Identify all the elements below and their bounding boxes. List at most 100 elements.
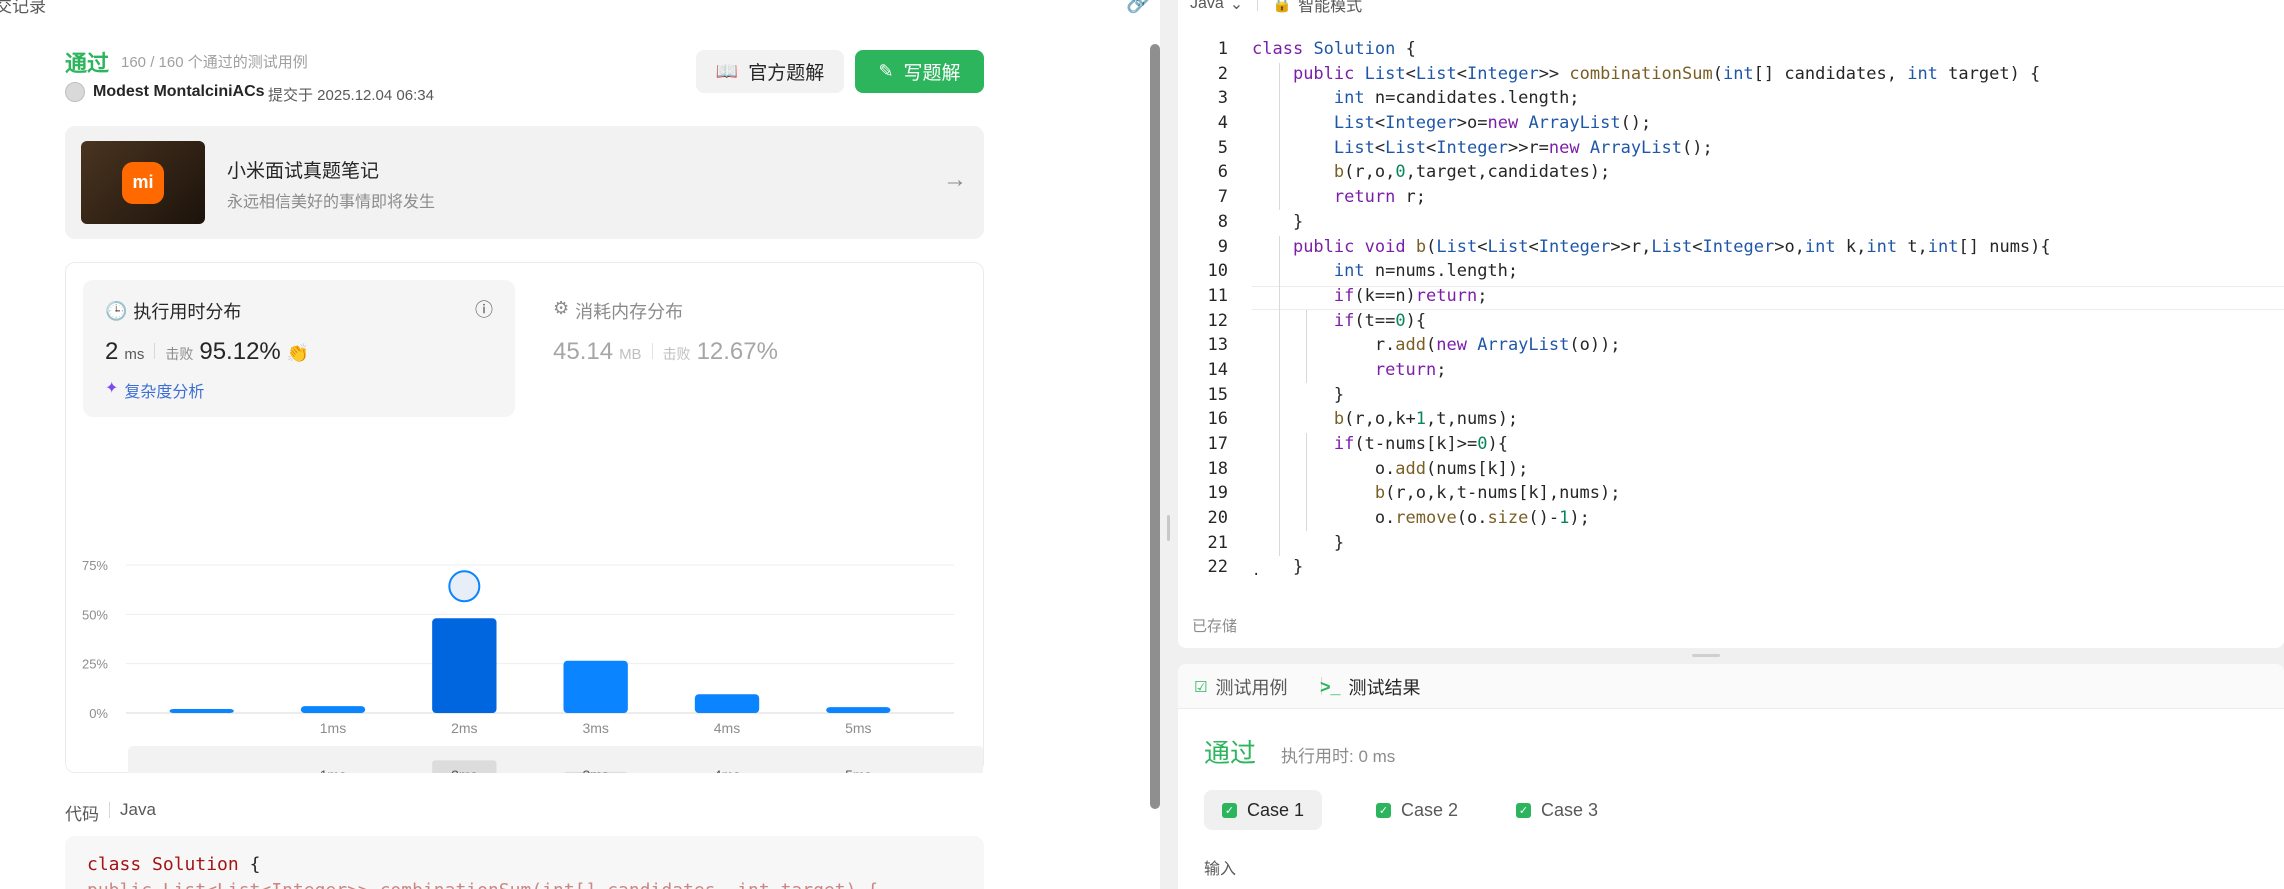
indent-guide [1306, 309, 1307, 383]
code-lang: Java [120, 800, 156, 819]
line-number: 6 [1217, 162, 1228, 183]
code-line[interactable]: List<Integer>o=new ArrayList(); [1252, 111, 2051, 136]
result-count: 160 / 160 个通过的测试用例 [121, 54, 308, 71]
bar[interactable] [432, 618, 497, 713]
arrow-right-icon[interactable]: → [943, 166, 967, 194]
bar[interactable] [826, 707, 891, 713]
code-line[interactable]: if(k==n)return; [1252, 284, 2051, 309]
runtime-value: 2 [105, 338, 119, 365]
link-icon[interactable]: 🔗 [1126, 0, 1151, 15]
code-line[interactable]: o.add(nums[k]); [1252, 457, 2051, 482]
code-line[interactable]: return r; [1252, 185, 2051, 210]
code-line[interactable]: b(r,o,k+1,t,nums); [1252, 407, 2051, 432]
xiaomi-logo: mi [81, 141, 205, 224]
bar[interactable] [169, 709, 234, 713]
memory-beat: 12.67% [696, 338, 778, 365]
runtime-tab[interactable]: 🕒 执行用时分布 ⓘ 2 ms 击败 95.12% 👏 ✦ 复杂度分析 [83, 280, 515, 417]
stats-card: 🕒 执行用时分布 ⓘ 2 ms 击败 95.12% 👏 ✦ 复杂度分析 ⚙ 消耗… [65, 262, 984, 773]
terminal-icon: >_ [1320, 676, 1341, 697]
case-1-tab[interactable]: ✓ Case 1 [1204, 790, 1323, 830]
result-status: 通过 [65, 51, 110, 76]
code-line[interactable]: public void b(List<List<Integer>>r,List<… [1252, 235, 2051, 260]
edit-icon: ✎ [878, 61, 894, 81]
y-tick-label: 75% [82, 558, 108, 573]
line-number: 7 [1217, 187, 1228, 208]
case-2-tab[interactable]: ✓ Case 2 [1358, 790, 1476, 830]
code-line[interactable]: } [1252, 555, 2051, 580]
line-number: 20 [1207, 508, 1228, 529]
code-editor[interactable]: Java ⌄ 🔒 智能模式 1 2 3 4 5 6 7 8 9 10 11 12 13 14 15 16 17 1… [1178, 0, 2284, 648]
runtime-beat-label: 击败 [165, 346, 194, 362]
user-marker-avatar [448, 570, 481, 603]
runtime-distribution-chart[interactable]: 75% 50% 25% 0% 1ms 2ms 3ms 4ms 5ms 1ms 2ms 3ms 4ms 5m… [66, 423, 983, 773]
line-number: 22 [1207, 557, 1228, 578]
code-line[interactable]: r.add(new ArrayList(o)); [1252, 333, 2051, 358]
memory-icon: ⚙ [553, 298, 570, 318]
code-line[interactable]: return; [1252, 358, 2051, 383]
official-solution-button[interactable]: 📖 官方题解 [696, 50, 844, 93]
resize-handle[interactable] [1692, 654, 1720, 657]
line-number: 8 [1217, 211, 1228, 232]
tab-test-cases[interactable]: ☑ 测试用例 [1194, 674, 1287, 700]
submission-panel: 提交记录 🔗 通过 160 / 160 个通过的测试用例 Modest Mont… [0, 0, 1160, 889]
code-line[interactable]: class Solution { [1252, 37, 2051, 62]
book-icon: 📖 [715, 61, 739, 81]
line-number: 2 [1217, 63, 1228, 84]
overview-label: 3ms [582, 767, 608, 773]
info-icon[interactable]: ⓘ [475, 296, 493, 322]
promo-card[interactable]: mi 小米面试真题笔记 永远相信美好的事情即将发生 → [65, 126, 984, 239]
overview-label: 4ms [714, 767, 740, 773]
sparkle-icon: ✦ [105, 380, 119, 397]
language-select[interactable]: Java [1190, 0, 1224, 13]
bar[interactable] [563, 660, 628, 713]
code-line[interactable]: b(r,o,0,target,candidates); [1252, 160, 2051, 185]
x-tick-label: 4ms [714, 720, 740, 736]
code-line[interactable]: } [1252, 531, 2051, 556]
promo-subtitle: 永远相信美好的事情即将发生 [227, 194, 436, 211]
complexity-link[interactable]: ✦ 复杂度分析 [105, 378, 204, 402]
indent-guide [1278, 235, 1280, 556]
overview-label: 2ms [451, 767, 477, 773]
line-number: 16 [1207, 409, 1228, 430]
indent-guide [1306, 433, 1307, 531]
code-line[interactable]: } [1252, 210, 2051, 235]
runtime-title: 执行用时分布 [133, 302, 242, 322]
code-line[interactable]: if(t==0){ [1252, 309, 2051, 334]
y-tick-label: 50% [82, 607, 108, 622]
memory-tab[interactable]: ⚙ 消耗内存分布 45.14 MB 击败 12.67% [553, 298, 973, 418]
code-lines[interactable]: class Solution { public List<List<Intege… [1252, 37, 2051, 580]
case-3-tab[interactable]: ✓ Case 3 [1498, 790, 1616, 830]
code-line[interactable]: } [1252, 383, 2051, 408]
line-number: 4 [1217, 113, 1228, 134]
line-number: 17 [1207, 434, 1228, 454]
line-number: 10 [1207, 261, 1228, 282]
code-line[interactable]: o.remove(o.size()-1); [1252, 506, 2051, 531]
username[interactable]: Modest MontalciniACs [93, 83, 265, 101]
memory-title: 消耗内存分布 [575, 302, 684, 322]
code-preview: class Solution { public List<List<Intege… [65, 836, 984, 889]
memory-beat-label: 击败 [662, 346, 691, 362]
submit-time: 提交于 2025.12.04 06:34 [268, 87, 434, 104]
line-number: 15 [1207, 384, 1228, 405]
bar[interactable] [300, 706, 366, 713]
bar[interactable] [694, 694, 760, 713]
code-preview-line: class Solution { [87, 854, 261, 875]
panel-splitter[interactable] [1160, 0, 1178, 889]
code-line[interactable]: int n=nums.length; [1252, 259, 2051, 284]
write-solution-button[interactable]: ✎ 写题解 [855, 50, 984, 93]
code-line[interactable]: public List<List<Integer>> combinationSu… [1252, 62, 2051, 87]
runtime-beat: 95.12% [199, 338, 281, 365]
code-line[interactable]: if(t-nums[k]>=0){ [1252, 432, 2051, 457]
overview-label: 5ms [845, 767, 871, 773]
tab-test-result[interactable]: >_ 测试结果 [1320, 674, 1421, 700]
line-number: 3 [1217, 88, 1228, 109]
code-line[interactable]: b(r,o,k,t-nums[k],nums); [1252, 481, 2051, 506]
code-line[interactable]: List<List<Integer>>r=new ArrayList(); [1252, 136, 2051, 161]
y-tick-label: 25% [82, 657, 108, 672]
avatar[interactable] [65, 82, 85, 102]
overview-label: 1ms [320, 767, 346, 773]
mode-select[interactable]: 智能模式 [1298, 0, 1362, 16]
code-line[interactable]: int n=candidates.length; [1252, 86, 2051, 111]
line-number: 1 [1217, 39, 1228, 59]
left-scrollbar[interactable] [1150, 44, 1160, 809]
